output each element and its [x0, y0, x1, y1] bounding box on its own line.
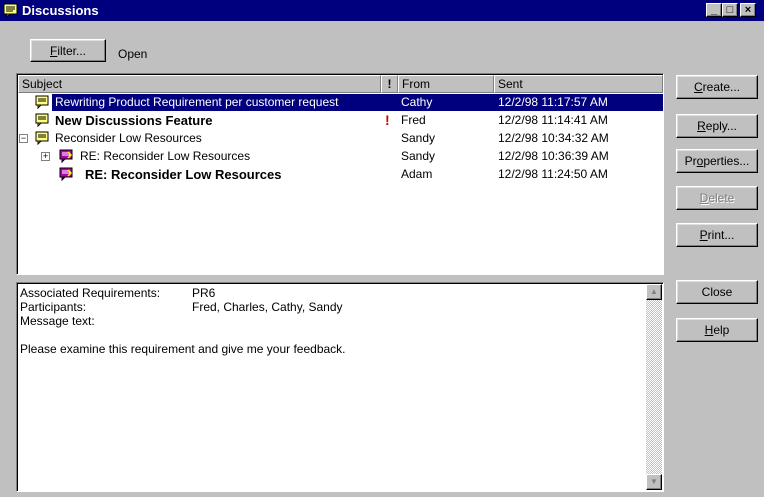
discussion-app-icon: [3, 3, 19, 20]
filter-status: Open: [118, 47, 148, 61]
row-from: Sandy: [401, 149, 436, 163]
row-subject: New Discussions Feature: [55, 113, 213, 128]
column-header-from[interactable]: From: [398, 75, 494, 93]
participants-value: Fred, Charles, Cathy, Sandy: [192, 300, 343, 314]
row-sent: 12/2/98 11:24:50 AM: [498, 167, 608, 181]
filter-button[interactable]: Filter...: [30, 39, 106, 62]
discussion-list[interactable]: Subject ! From Sent Rewriting Product Re…: [16, 73, 664, 275]
table-row[interactable]: + RE: Reconsider Low Resources Sandy 12/…: [18, 148, 663, 165]
row-from: Cathy: [401, 95, 433, 109]
properties-button[interactable]: Properties...: [676, 149, 758, 173]
row-subject: RE: Reconsider Low Resources: [80, 149, 251, 163]
associated-requirements-label: Associated Requirements:: [20, 286, 161, 300]
table-row[interactable]: New Discussions Feature ! Fred 12/2/98 1…: [18, 112, 663, 129]
associated-requirements-value: PR6: [192, 286, 216, 300]
expand-icon[interactable]: +: [41, 152, 50, 161]
help-button[interactable]: Help: [676, 318, 758, 342]
column-header-priority[interactable]: !: [381, 75, 398, 93]
row-from: Sandy: [401, 131, 436, 145]
message-body: Please examine this requirement and give…: [20, 342, 346, 356]
title-bar: Discussions _ □ ×: [0, 0, 764, 21]
scroll-down-icon[interactable]: ▼: [646, 474, 662, 490]
table-row[interactable]: − Reconsider Low Resources Sandy 12/2/98…: [18, 130, 663, 147]
priority-icon: !: [385, 112, 390, 128]
row-subject: RE: Reconsider Low Resources: [85, 167, 282, 182]
vertical-scrollbar[interactable]: ▲ ▼: [646, 284, 662, 490]
row-sent: 12/2/98 10:36:39 AM: [498, 149, 609, 163]
message-detail-pane[interactable]: Associated Requirements: PR6 Participant…: [16, 282, 664, 492]
reply-button[interactable]: Reply...: [676, 114, 758, 138]
close-button[interactable]: Close: [676, 280, 758, 304]
row-from: Adam: [401, 167, 433, 181]
row-subject: Reconsider Low Resources: [55, 131, 202, 145]
message-text-label: Message text:: [20, 314, 95, 328]
create-button[interactable]: Create...: [676, 75, 758, 99]
minimize-button[interactable]: _: [706, 3, 722, 17]
scroll-up-icon[interactable]: ▲: [646, 284, 662, 300]
row-sent: 12/2/98 11:14:41 AM: [498, 113, 608, 127]
table-row[interactable]: RE: Reconsider Low Resources Adam 12/2/9…: [18, 166, 663, 183]
column-header-sent[interactable]: Sent: [494, 75, 663, 93]
collapse-icon[interactable]: −: [19, 134, 28, 143]
row-from: Fred: [401, 113, 426, 127]
column-header-subject[interactable]: Subject: [18, 75, 381, 93]
row-subject: Rewriting Product Requirement per custom…: [55, 95, 339, 109]
close-window-button[interactable]: ×: [740, 3, 756, 17]
window-title: Discussions: [22, 3, 99, 18]
reply-icon: [59, 167, 74, 186]
table-row[interactable]: Rewriting Product Requirement per custom…: [18, 94, 663, 111]
maximize-button[interactable]: □: [722, 3, 738, 17]
print-button[interactable]: Print...: [676, 223, 758, 247]
delete-button[interactable]: Delete: [676, 186, 758, 210]
participants-label: Participants:: [20, 300, 87, 314]
row-sent: 12/2/98 10:34:32 AM: [498, 131, 609, 145]
row-sent: 12/2/98 11:17:57 AM: [498, 95, 608, 109]
